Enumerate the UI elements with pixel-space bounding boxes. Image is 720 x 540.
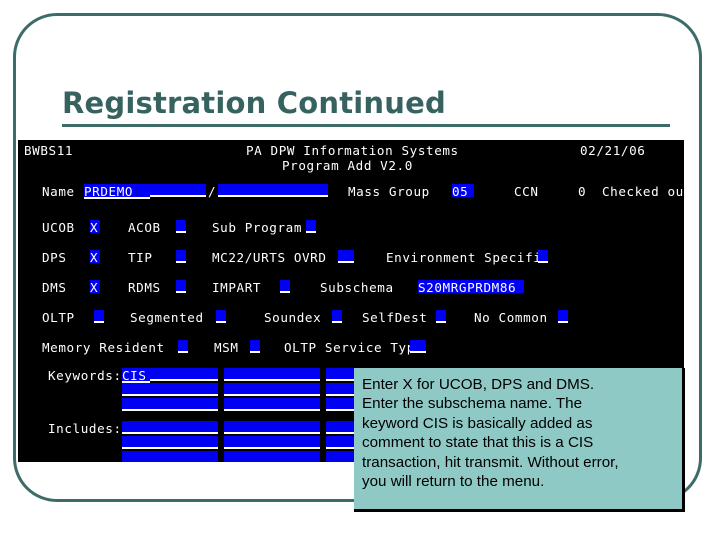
impart-label: IMPART <box>212 280 262 295</box>
ucob-value[interactable]: X <box>90 220 100 235</box>
ccn-value: 0 <box>578 184 587 199</box>
title-underline-rule <box>62 124 670 127</box>
impart-field[interactable] <box>280 280 290 293</box>
environment-specific-field[interactable] <box>538 250 548 263</box>
dms-value[interactable]: X <box>90 280 100 295</box>
oltp-service-type-label: OLTP Service Type <box>284 340 424 355</box>
callout-line-4: comment to state that this is a CIS <box>362 434 594 452</box>
subschema-value[interactable]: S20MRGPRDM86 <box>418 280 524 295</box>
slide-canvas: Registration Continued BWBS11 PA DPW Inf… <box>0 0 720 540</box>
soundex-label: Soundex <box>264 310 322 325</box>
terminal-system-title: PA DPW Information Systems <box>246 143 459 158</box>
callout-line-5: transaction, hit transmit. Without error… <box>362 453 619 471</box>
name-field-rest[interactable] <box>150 184 206 197</box>
keywords-cell-1-1-rest[interactable] <box>150 368 218 381</box>
no-common-label: No Common <box>474 310 548 325</box>
includes-cell-1-2[interactable] <box>224 421 320 434</box>
includes-cell-2-1[interactable] <box>122 436 218 449</box>
rdms-field[interactable] <box>176 280 186 293</box>
memory-resident-field[interactable] <box>178 340 188 353</box>
callout-line-1: Enter X for UCOB, DPS and DMS. <box>362 376 595 393</box>
acob-label: ACOB <box>128 220 161 235</box>
oltp-label: OLTP <box>42 310 75 325</box>
page-title: Registration Continued <box>62 86 446 120</box>
memory-resident-label: Memory Resident <box>42 340 165 355</box>
keywords-cell-2-1[interactable] <box>122 383 218 396</box>
callout-line-2: Enter the subschema name. The <box>362 395 583 413</box>
terminal-screen-id: BWBS11 <box>24 143 74 158</box>
checked-out-label: Checked out <box>602 184 684 199</box>
includes-cell-2-2[interactable] <box>224 436 320 449</box>
keywords-cell-3-2[interactable] <box>224 398 320 411</box>
keywords-cell-2-2[interactable] <box>224 383 320 396</box>
segmented-label: Segmented <box>130 310 204 325</box>
no-common-field[interactable] <box>558 310 568 323</box>
msm-label: MSM <box>214 340 239 355</box>
oltp-field[interactable] <box>94 310 104 323</box>
keywords-cell-1-2[interactable] <box>224 368 320 381</box>
callout-line-6: you will return to the menu. <box>362 473 545 491</box>
rdms-label: RDMS <box>128 280 161 295</box>
subschema-label: Subschema <box>320 280 394 295</box>
sub-program-field[interactable] <box>306 220 316 233</box>
keywords-label: Keywords: <box>48 368 122 383</box>
name-field-value[interactable]: PRDEMO <box>84 184 150 199</box>
includes-label: Includes: <box>48 421 122 436</box>
keywords-cell-1-1[interactable]: CIS <box>122 368 150 383</box>
msm-field[interactable] <box>250 340 260 353</box>
segmented-field[interactable] <box>216 310 226 323</box>
tip-field[interactable] <box>176 250 186 263</box>
terminal-program-title: Program Add V2.0 <box>282 158 413 173</box>
includes-cell-3-1[interactable] <box>122 451 218 462</box>
tip-label: TIP <box>128 250 153 265</box>
mass-group-value[interactable]: 05 <box>452 184 474 199</box>
mass-group-label: Mass Group <box>348 184 430 199</box>
title-block: Registration Continued <box>62 86 672 127</box>
callout-line-3: keyword CIS is basically added as <box>362 414 593 432</box>
terminal-date: 02/21/06 <box>580 143 646 158</box>
mc22-urts-ovrd-field[interactable] <box>338 250 354 263</box>
mc22-urts-ovrd-label: MC22/URTS OVRD <box>212 250 327 265</box>
name-qualifier-field[interactable] <box>218 184 328 197</box>
environment-specific-label: Environment Specific <box>386 250 550 265</box>
name-separator: / <box>208 184 217 199</box>
dps-value[interactable]: X <box>90 250 100 265</box>
selfdest-field[interactable] <box>436 310 446 323</box>
ucob-label: UCOB <box>42 220 75 235</box>
selfdest-label: SelfDest <box>362 310 428 325</box>
dps-label: DPS <box>42 250 67 265</box>
acob-field[interactable] <box>176 220 186 233</box>
instruction-callout: Enter X for UCOB, DPS and DMS. Enter the… <box>354 368 685 512</box>
includes-cell-1-1[interactable] <box>122 421 218 434</box>
name-label: Name <box>42 184 75 199</box>
soundex-field[interactable] <box>332 310 342 323</box>
sub-program-label: Sub Program <box>212 220 303 235</box>
oltp-service-type-field[interactable] <box>410 340 426 353</box>
dms-label: DMS <box>42 280 67 295</box>
ccn-label: CCN <box>514 184 539 199</box>
includes-cell-3-2[interactable] <box>224 451 320 462</box>
keywords-cell-3-1[interactable] <box>122 398 218 411</box>
